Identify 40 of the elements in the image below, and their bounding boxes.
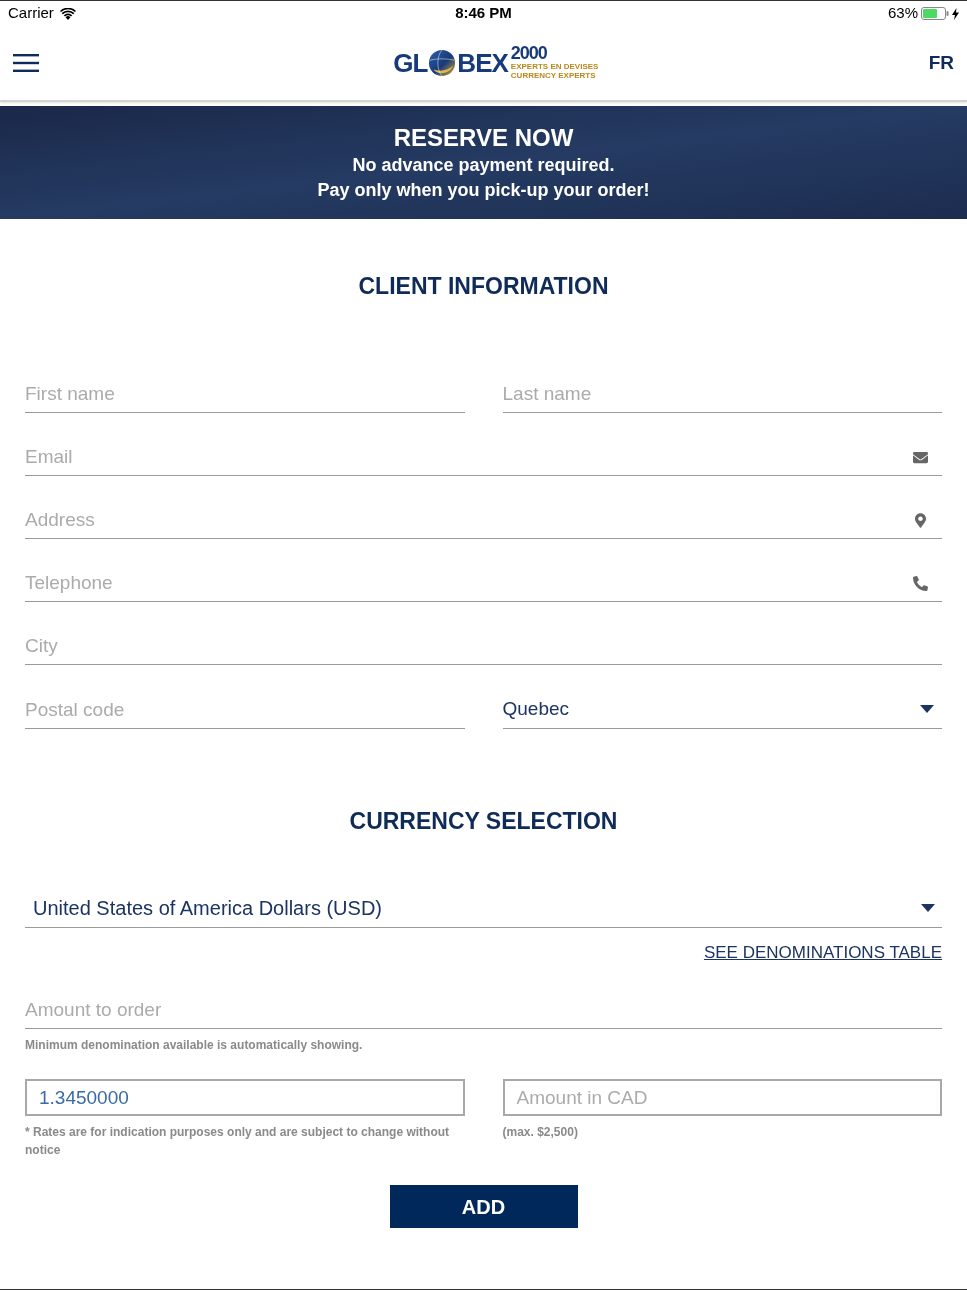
caret-icon <box>920 705 934 713</box>
logo-tagline: EXPERTS EN DEVISES <box>510 62 599 71</box>
section-title: CLIENT INFORMATION <box>357 272 610 301</box>
text-field[interactable]: City <box>25 627 942 665</box>
text-field[interactable]: Postal code <box>25 691 465 729</box>
hint-text: * Rates are for indication purposes only and are subject to change without notice <box>25 1124 451 1159</box>
amount-field[interactable]: Amount to order <box>25 991 942 1029</box>
hint-text: (max. $2,500) <box>502 1124 579 1141</box>
phone-icon <box>913 576 928 591</box>
telephone-field[interactable]: Telephone <box>25 564 942 602</box>
language-button[interactable]: FR <box>922 44 960 82</box>
envelope-icon <box>911 450 930 465</box>
logo-wordmark-end: BEX <box>457 50 508 76</box>
status-time: 8:46 PM <box>455 3 512 24</box>
text-field[interactable]: Last name <box>502 375 942 413</box>
cad-amount-field[interactable]: Amount in CAD <box>502 1079 942 1116</box>
carrier-label: Carrier <box>8 3 54 24</box>
add-button[interactable]: ADD <box>389 1185 578 1228</box>
province-dropdown[interactable]: Quebec <box>502 690 942 729</box>
banner-text: No advance payment required. <box>352 153 615 177</box>
battery-percent: 63% <box>887 3 918 24</box>
denominations-link[interactable]: SEE DENOMINATIONS TABLE <box>703 943 942 963</box>
hint-text: Minimum denomination available is automatically showing. <box>25 1037 364 1053</box>
text-field[interactable]: First name <box>25 375 465 413</box>
rate-field[interactable]: 1.3450000 <box>25 1079 465 1116</box>
caret-icon <box>921 903 935 912</box>
currency-dropdown[interactable]: United States of America Dollars (USD) <box>25 888 942 928</box>
address-field[interactable]: Address <box>25 501 942 539</box>
globe-logo-icon <box>428 49 457 77</box>
charging-bolt-icon <box>952 7 959 20</box>
banner-title: RESERVE NOW <box>393 122 574 153</box>
logo-wordmark: GL <box>393 50 428 76</box>
logo-number: 2000 <box>510 44 547 62</box>
section-title: CURRENCY SELECTION <box>348 807 619 836</box>
map-pin-icon <box>915 513 926 528</box>
banner-text: Pay only when you pick-up your order! <box>317 178 650 202</box>
logo-tagline: CURRENCY EXPERTS <box>510 71 596 80</box>
wifi-icon <box>59 7 76 20</box>
battery-icon <box>921 7 949 20</box>
menu-icon[interactable] <box>13 54 39 72</box>
